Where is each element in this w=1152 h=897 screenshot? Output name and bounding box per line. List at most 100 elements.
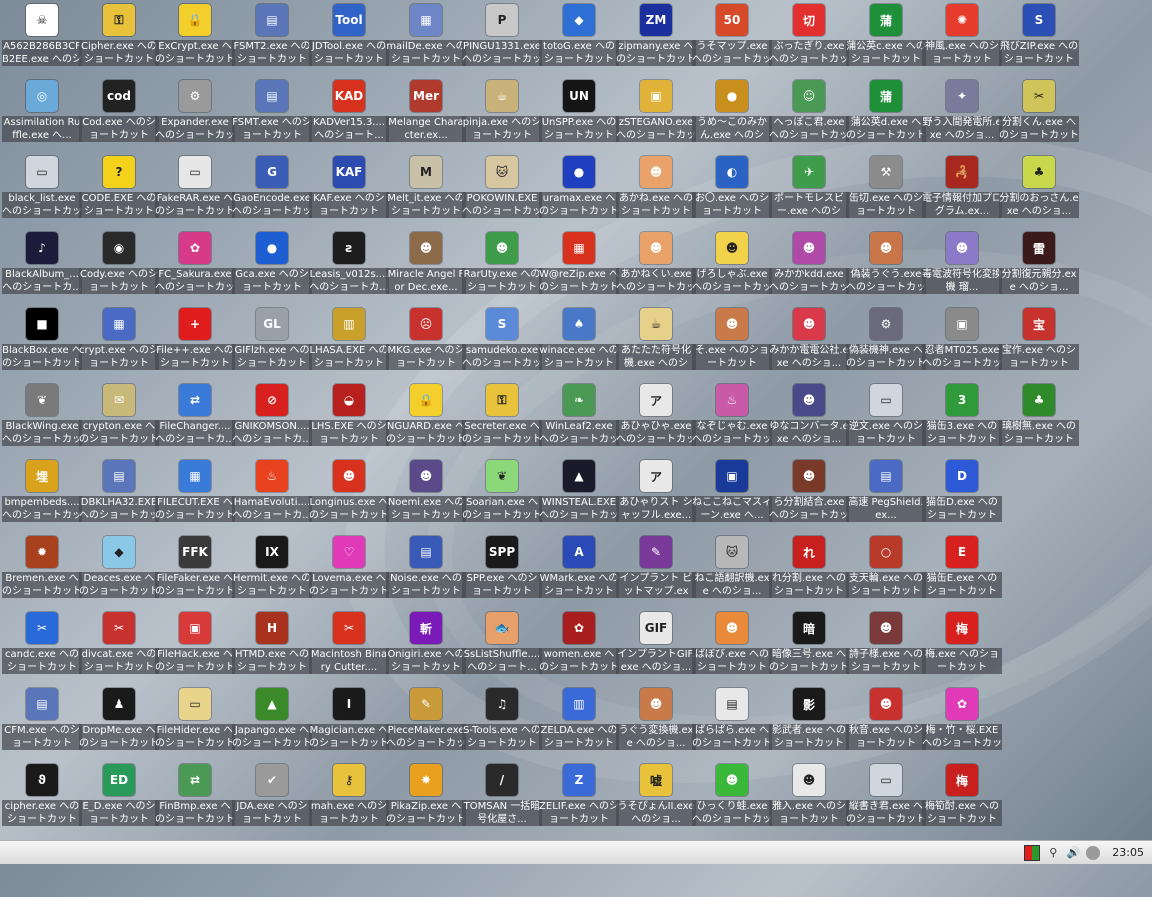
desktop-shortcut[interactable]: GL GIFlzh.exe へのショートカット [232,306,312,380]
desktop-shortcut[interactable]: 影影武者.exe へのショートカット [769,686,849,760]
desktop-shortcut[interactable]: ✂ 分割くん.exe へのショートカット [999,78,1079,152]
desktop-shortcut[interactable]: ☻ あかね.exe へのショートカット [616,154,696,228]
desktop-shortcut[interactable]: 50 うそマップ.exe へのショートカット [692,2,772,76]
desktop-shortcut[interactable]: ⚿ Secreter.exe へのショートカット [462,382,542,456]
desktop-shortcut[interactable]: ▣ 忍者MT025.exe へのショートカット [922,306,1002,380]
desktop-shortcut[interactable]: ⚿ Cipher.exe へのショートカット (2) [79,2,159,76]
desktop-shortcut[interactable]: ✿ women.exe へのショートカット [539,610,619,684]
desktop-shortcut[interactable]: 🔒 ExCrypt.exe へのショートカット [155,2,235,76]
desktop-shortcut[interactable]: ✈ ポートモレスビー.exe へのショ... [769,154,849,228]
desktop-shortcut[interactable]: ♠ winace.exe へのショートカット [539,306,619,380]
desktop-shortcut[interactable]: ◎ Assimilation Ruffle.exe へ... [2,78,82,152]
desktop-shortcut[interactable]: ♨ HamaEvoluti....へのショートカ... [232,458,312,532]
desktop-shortcut[interactable]: M Melt_it.exe へのショートカット [386,154,466,228]
desktop-shortcut[interactable]: 3 猫缶3.exe へのショートカット [922,382,1002,456]
desktop-shortcut[interactable]: KAD KADVer15.3....へのショート... [309,78,389,152]
desktop-shortcut[interactable]: ◒ LHS.EXE へのショートカット [309,382,389,456]
desktop-shortcut[interactable]: ▦ W@reZip.exe へのショートカット [539,230,619,304]
desktop-shortcut[interactable]: ▦ FILECUT.EXE へのショートカット [155,458,235,532]
desktop-shortcut[interactable]: ⚙ Expander.exe へのショートカット [155,78,235,152]
desktop-shortcut[interactable]: 梅梅筍酎.exe へのショートカット [922,762,1002,836]
desktop-shortcut[interactable]: H HTMD.exe へのショートカット [232,610,312,684]
desktop-shortcut[interactable]: ☹ MKG.exe へのショートカット [386,306,466,380]
desktop-shortcut[interactable]: 蒲蒲公英c.exe へのショートカット [846,2,926,76]
desktop-shortcut[interactable]: ϑ cipher.exe へのショートカット [2,762,82,836]
color-palette-icon[interactable] [1024,844,1041,861]
desktop-shortcut[interactable]: ♪ BlackAlbum_...へのショートカ... [2,230,82,304]
desktop-shortcut[interactable]: ▤ DBKLHA32.EXE へのショートカット [79,458,159,532]
desktop-shortcut[interactable]: S 飛びZIP.exe へのショートカット [999,2,1079,76]
desktop-shortcut[interactable]: ▲ Japango.exe へのショートカット [232,686,312,760]
desktop-shortcut[interactable]: ❧ WinLeaf2.exe へのショートカット [539,382,619,456]
desktop-shortcut[interactable]: ◉ Cody.exe へのショートカット [79,230,159,304]
desktop-shortcut[interactable]: SPP SPP.exe へのショートカット [462,534,542,608]
desktop-shortcut[interactable]: ♡ Lovema.exe へのショートカット [309,534,389,608]
desktop-shortcut[interactable]: ● uramax.exe へのショートカット [539,154,619,228]
desktop-shortcut[interactable]: ✎ PieceMaker.exe へのショートカット [386,686,466,760]
desktop-shortcut[interactable]: 🦂 電子情報付加プログラム.ex... [922,154,1002,228]
desktop-shortcut[interactable]: ▭ FakeRAR.exe へのショートカット [155,154,235,228]
desktop-shortcut[interactable]: Mer Melange Character.ex... [386,78,466,152]
desktop-shortcut[interactable]: 雷分割復元親分.exe へのショ... [999,230,1079,304]
desktop-shortcut[interactable]: ▤ CFM.exe へのショートカット [2,686,82,760]
desktop-shortcut[interactable]: ☻ 詩子様.exe へのショートカット [846,610,926,684]
desktop-shortcut[interactable]: ○ 支天輪.exe へのショートカット [846,534,926,608]
desktop-shortcut[interactable]: / TOMSAN 一括暗号化屋さ... [462,762,542,836]
desktop-shortcut[interactable]: ☻ 偽装うぐう.exe へのショートカット [846,230,926,304]
desktop-shortcut[interactable]: ▣ zSTEGANO.exe へのショートカット [616,78,696,152]
desktop-shortcut[interactable]: ☻ うぐう変換機.exe へのショ... [616,686,696,760]
desktop-shortcut[interactable]: ● Gca.exe へのショートカット [232,230,312,304]
desktop-shortcut[interactable]: ▦ mailDe.exe へのショートカット [386,2,466,76]
start-button[interactable] [14,844,32,862]
desktop-shortcut[interactable]: Tool JDTool.exe へのショートカット [309,2,389,76]
desktop-shortcut[interactable]: 蒲蒲公英d.exe へのショートカット [846,78,926,152]
desktop-shortcut[interactable]: ✂ Macintosh Binary Cutter.... [309,610,389,684]
desktop-shortcut[interactable]: cod Cod.exe へのショートカット [79,78,159,152]
desktop-shortcut[interactable]: ⇄ FileChanger....へのショートカ... [155,382,235,456]
desktop-shortcut[interactable]: ☻ 毒電波符号化変換機 瑠... [922,230,1002,304]
desktop-shortcut[interactable]: ✦ 野う入間発電所.exe へのショ... [922,78,1002,152]
desktop-shortcut[interactable]: ☻ ばぼび.exe へのショートカット [692,610,772,684]
desktop-shortcut[interactable]: ▤ FSMT.exe へのショートカット [232,78,312,152]
desktop-shortcut[interactable]: ☻ RarUty.exe へのショートカット [462,230,542,304]
desktop-shortcut[interactable]: ⊘ GNIKOMSON....へのショートカ... [232,382,312,456]
desktop-shortcut[interactable]: ☻ Miracle Angel For Dec.exe... [386,230,466,304]
desktop-shortcut[interactable]: ▭ FileHider.exe へのショートカット [155,686,235,760]
desktop-shortcut[interactable]: D 猫缶D.exe へのショートカット [922,458,1002,532]
desktop-shortcut[interactable]: ❦ BlackWing.exe へのショートカット [2,382,82,456]
desktop-shortcut[interactable]: I Magician.exe へのショートカット [309,686,389,760]
desktop-shortcut[interactable]: 🔒 NGUARD.exe へのショートカット [386,382,466,456]
desktop-shortcut[interactable]: ☻ あかねくい.exe へのショートカット [616,230,696,304]
desktop-shortcut[interactable]: ⚙ 偽装機神.exe へのショートカット [846,306,926,380]
desktop-shortcut[interactable]: ☠ A562B286B3CFB2EE.exe へのショートカット [2,2,82,76]
desktop-shortcut[interactable]: ♨ なぞじゃむ.exe へのショートカット [692,382,772,456]
network-icon[interactable]: ⚲ [1046,846,1060,860]
desktop-shortcut[interactable]: ❦ Soarian.exe へのショートカット [462,458,542,532]
desktop-shortcut[interactable]: ▭ black_list.exe へのショートカット [2,154,82,228]
desktop-shortcut[interactable]: ✔ JDA.exe へのショートカット [232,762,312,836]
desktop-shortcut[interactable]: ♣ 分割のおっさん.exe へのショ... [999,154,1079,228]
desktop-shortcut[interactable]: KAF KAF.exe へのショートカット [309,154,389,228]
desktop-shortcut[interactable]: P PINGU1331.exe へのショートカット [462,2,542,76]
desktop-shortcut[interactable]: ☻ ゆなコンバータ.exe へのショ... [769,382,849,456]
desktop-shortcut[interactable]: 🐟 SsListShuffle....へのショート... [462,610,542,684]
desktop-shortcut[interactable]: 切ぶったぎり.exe へのショートカット [769,2,849,76]
desktop-shortcut[interactable]: ◆ totoG.exe へのショートカット [539,2,619,76]
desktop-shortcut[interactable]: ☕ pinja.exe へのショートカット [462,78,542,152]
desktop-shortcut[interactable]: ☻ ら分割結合.exe へのショートカット [769,458,849,532]
desktop-shortcut[interactable]: ✂ divcat.exe へのショートカット [79,610,159,684]
desktop-shortcut[interactable]: 🐱 POKOWIN.EXE へのショートカット [462,154,542,228]
volume-icon[interactable]: 🔊 [1066,846,1080,860]
desktop-shortcut[interactable]: ✉ crypton.exe へのショートカット [79,382,159,456]
desktop-shortcut[interactable]: ▲ WINSTEAL.EXE へのショートカット [539,458,619,532]
desktop-shortcut[interactable]: ♫ S-Tools.exe へのショートカット [462,686,542,760]
desktop-shortcut[interactable]: 暗暗像三号.exe へのショートカット [769,610,849,684]
desktop-shortcut[interactable]: ED E_D.exe へのショートカット [79,762,159,836]
desktop-shortcut[interactable]: ☺ へっぽこ君.exe へのショートカット [769,78,849,152]
desktop-shortcut[interactable]: ■ BlackBox.exe へのショートカット [2,306,82,380]
desktop-shortcut[interactable]: 梅梅.exe へのショートカット [922,610,1002,684]
desktop-shortcut[interactable]: 嘘うそぴょんII.exe へのショ... [616,762,696,836]
desktop-shortcut[interactable]: ▦ crypt.exe へのショートカット [79,306,159,380]
desktop-shortcut[interactable]: E 猫缶E.exe へのショートカット [922,534,1002,608]
desktop-shortcut[interactable]: 埋 bmpembeds....へのショートカット [2,458,82,532]
